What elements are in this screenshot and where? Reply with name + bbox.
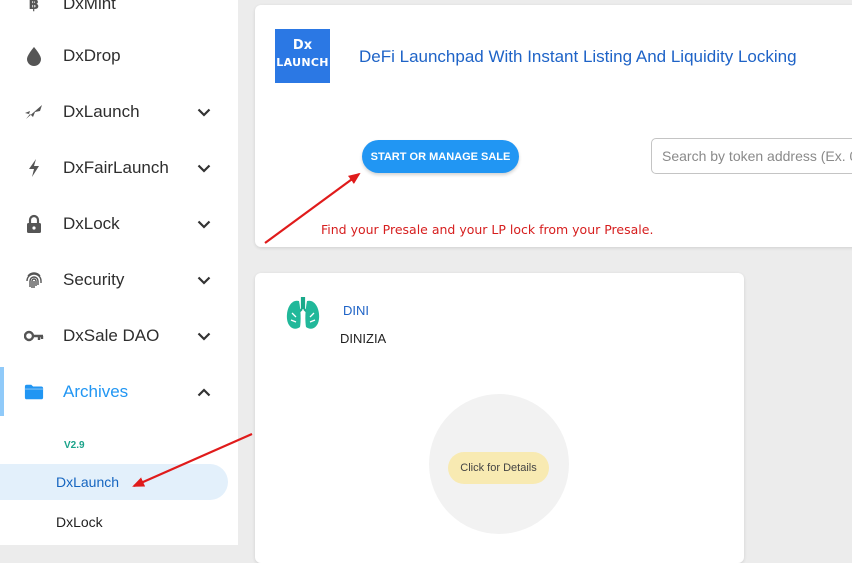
chevron-up-icon (196, 384, 212, 400)
chevron-down-icon (196, 216, 212, 232)
sidebar-item-label: DxLock (63, 214, 120, 233)
token-card[interactable]: DINI DINIZIA Click for Details (255, 273, 744, 563)
sidebar-item-label: DxFairLaunch (63, 158, 169, 177)
logo-line-2: LAUNCH (276, 56, 329, 69)
sidebar-item-label: Security (63, 270, 125, 289)
fingerprint-icon (24, 270, 44, 290)
bolt-icon (24, 158, 44, 178)
start-or-manage-sale-button[interactable]: START OR MANAGE SALE (362, 140, 519, 173)
launchpad-card: Dx LAUNCH DeFi Launchpad With Instant Li… (255, 5, 852, 247)
sidebar-item-archives[interactable]: Archives (0, 364, 238, 420)
dxlaunch-logo: Dx LAUNCH (275, 29, 330, 83)
svg-text:฿: ฿ (29, 0, 39, 13)
click-for-details-button[interactable]: Click for Details (448, 452, 549, 484)
lungs-logo-icon (286, 297, 320, 329)
sidebar-item-label: DxLaunch (63, 102, 140, 121)
logo-line-1: Dx (292, 38, 313, 53)
sidebar-item-label: Archives (63, 382, 129, 401)
sidebar-item-security[interactable]: Security (0, 252, 238, 308)
archive-version-label: V2.9 (64, 440, 85, 451)
sidebar-item-dxfairlaunch[interactable]: DxFairLaunch (0, 140, 238, 196)
sidebar-item-dxlock[interactable]: DxLock (0, 196, 238, 252)
folder-icon (24, 382, 44, 402)
key-icon (24, 326, 44, 346)
sidebar-item-dxdrop[interactable]: DxDrop (0, 28, 238, 84)
sidebar-item-dxsale-dao[interactable]: DxSale DAO (0, 308, 238, 364)
jet-icon (24, 102, 44, 122)
sidebar-item-dxlaunch[interactable]: DxLaunch (0, 84, 238, 140)
sidebar-item-label: DxDrop (63, 46, 121, 65)
sidebar-subitem-label: DxLaunch (56, 474, 120, 490)
coin-icon: ฿ (24, 0, 44, 14)
chevron-down-icon (196, 272, 212, 288)
sidebar: ฿ DxMint DxDrop DxLaunch DxFairLaunch Dx… (0, 0, 238, 545)
chevron-down-icon (196, 104, 212, 120)
lock-icon (24, 214, 44, 234)
sidebar-item-label: DxMint (63, 0, 116, 13)
chevron-down-icon (196, 160, 212, 176)
sidebar-subitem-dxlaunch[interactable]: DxLaunch (0, 464, 228, 500)
page-headline: DeFi Launchpad With Instant Listing And … (359, 47, 797, 66)
sidebar-subitem-dxlock[interactable]: DxLock (0, 504, 228, 540)
token-name: DINIZIA (340, 331, 387, 346)
drop-icon (24, 46, 44, 66)
sidebar-subitem-label: DxLock (56, 514, 103, 530)
token-symbol[interactable]: DINI (343, 303, 369, 318)
chevron-down-icon (196, 328, 212, 344)
token-address-search-input[interactable] (651, 138, 852, 174)
presale-hint-text: Find your Presale and your LP lock from … (321, 222, 654, 237)
sidebar-item-label: DxSale DAO (63, 326, 160, 345)
